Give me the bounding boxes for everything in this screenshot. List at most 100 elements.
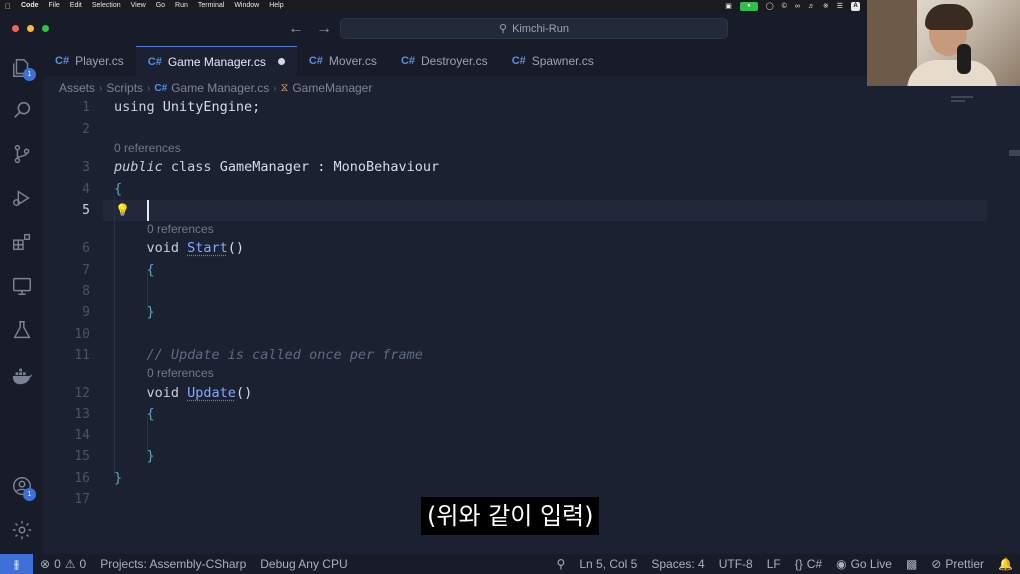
menu-terminal[interactable]: Terminal bbox=[193, 0, 229, 12]
code-text: } bbox=[114, 468, 122, 489]
unsaved-dot-icon[interactable] bbox=[277, 58, 285, 65]
search-icon[interactable] bbox=[10, 98, 34, 122]
code-token: using bbox=[114, 99, 163, 115]
code-line[interactable]: 12 void Update() bbox=[43, 383, 1020, 404]
menu-help[interactable]: Help bbox=[264, 0, 288, 12]
code-editor[interactable]: 1 using UnityEngine; 2 3 public class GameMa… bbox=[43, 96, 1020, 554]
code-line[interactable]: 10 bbox=[43, 324, 1020, 345]
code-line[interactable]: 3 public class GameManager : MonoBehaviou… bbox=[43, 157, 1020, 178]
code-token: () bbox=[235, 384, 253, 401]
tab-destroyer[interactable]: C# Destroyer.cs bbox=[389, 46, 500, 76]
debug-config[interactable]: Debug Any CPU bbox=[253, 557, 354, 571]
link-icon[interactable]: ∞ bbox=[795, 3, 800, 10]
code-line[interactable]: 6 void Start() bbox=[43, 238, 1020, 259]
minimap[interactable] bbox=[951, 96, 973, 116]
codelens-references[interactable]: 0 references bbox=[147, 364, 214, 382]
run-debug-icon[interactable] bbox=[10, 186, 34, 210]
code-line[interactable]: 9 } bbox=[43, 302, 1020, 323]
line-number: 4 bbox=[82, 181, 90, 197]
breadcrumb-scripts[interactable]: Scripts bbox=[106, 81, 143, 95]
code-line[interactable]: 16} bbox=[43, 468, 1020, 489]
command-center-search[interactable]: ⚲ Kimchi-Run bbox=[340, 18, 728, 39]
csharp-file-icon: C# bbox=[400, 55, 415, 67]
manage-gear-icon[interactable] bbox=[10, 518, 34, 542]
end-of-line[interactable]: LF bbox=[760, 557, 788, 571]
language-mode[interactable]: {} C# bbox=[788, 557, 829, 571]
menu-window[interactable]: Window bbox=[229, 0, 264, 12]
code-line[interactable]: 15 } bbox=[43, 446, 1020, 467]
codelens-references[interactable]: 0 references bbox=[114, 139, 181, 157]
go-live-button[interactable]: ◉ Go Live bbox=[829, 557, 899, 571]
docker-icon[interactable] bbox=[10, 364, 34, 388]
copilot-icon[interactable]: ▩ bbox=[899, 557, 924, 571]
controls-icon[interactable]: ☰ bbox=[837, 2, 843, 10]
remote-explorer-icon[interactable] bbox=[10, 274, 34, 298]
breadcrumb-assets[interactable]: Assets bbox=[59, 81, 95, 95]
line-number: 3 bbox=[82, 160, 90, 175]
line-number: 10 bbox=[74, 326, 90, 342]
minimize-window-button[interactable] bbox=[27, 25, 34, 32]
code-text: void Start() bbox=[114, 238, 245, 259]
bluetooth-icon[interactable]: ※ bbox=[823, 2, 829, 10]
tab-label: Destroyer.cs bbox=[421, 54, 488, 68]
problems-indicator[interactable]: ⊗ 0 ⚠ 0 bbox=[33, 557, 93, 571]
notifications-bell-icon[interactable]: 🔔 bbox=[991, 557, 1020, 571]
breadcrumb-file[interactable]: Game Manager.cs bbox=[171, 81, 269, 95]
copyright-icon[interactable]: © bbox=[782, 3, 787, 10]
indent-guide bbox=[114, 196, 115, 476]
source-control-icon[interactable] bbox=[10, 142, 34, 166]
tab-spawner[interactable]: C# Spawner.cs bbox=[500, 46, 606, 76]
go-live-label: Go Live bbox=[850, 557, 892, 571]
breadcrumb-class[interactable]: GameManager bbox=[292, 81, 372, 95]
line-number: 15 bbox=[74, 449, 90, 464]
headphones-icon[interactable]: ◯ bbox=[766, 2, 774, 10]
project-selector[interactable]: Projects: Assembly-CSharp bbox=[93, 557, 253, 571]
lightbulb-icon[interactable]: 💡 bbox=[115, 200, 130, 221]
code-line[interactable]: 1 using UnityEngine; bbox=[43, 97, 1020, 118]
tab-label: Game Manager.cs bbox=[167, 54, 266, 69]
remote-indicator-icon[interactable]: ⫵ bbox=[0, 554, 33, 574]
code-line[interactable]: 2 bbox=[43, 119, 1020, 140]
tab-player[interactable]: C# Player.cs bbox=[43, 46, 136, 76]
prettier-button[interactable]: ⊘ Prettier bbox=[924, 557, 991, 571]
menu-selection[interactable]: Selection bbox=[87, 0, 126, 12]
keyboard-input-icon[interactable]: A bbox=[851, 1, 860, 11]
code-token: Start bbox=[187, 240, 228, 256]
indentation[interactable]: Spaces: 4 bbox=[644, 557, 711, 571]
volume-icon[interactable]: ♬ bbox=[808, 3, 815, 10]
menu-view[interactable]: View bbox=[126, 0, 151, 12]
menu-run[interactable]: Run bbox=[170, 0, 193, 12]
back-arrow-icon[interactable]: ← bbox=[288, 20, 304, 38]
zoom-window-button[interactable] bbox=[42, 25, 49, 32]
code-line[interactable]: 4{ bbox=[43, 179, 1020, 200]
menu-extras: ▣ ● ◯ © ∞ ♬ ※ ☰ A bbox=[725, 0, 860, 12]
code-line[interactable]: 11 // Update is called once per frame bbox=[43, 345, 1020, 366]
menu-file[interactable]: File bbox=[44, 0, 65, 12]
encoding[interactable]: UTF-8 bbox=[712, 557, 760, 571]
code-line[interactable]: 14 bbox=[43, 425, 1020, 446]
menu-edit[interactable]: Edit bbox=[65, 0, 87, 12]
code-line[interactable]: 5 bbox=[43, 200, 1020, 221]
code-line[interactable]: 8 bbox=[43, 281, 1020, 302]
activity-bar: 1 1 bbox=[0, 46, 43, 554]
tab-mover[interactable]: C# Mover.cs bbox=[297, 46, 389, 76]
apple-icon[interactable]:  bbox=[0, 2, 16, 11]
menu-go[interactable]: Go bbox=[151, 0, 170, 12]
forward-arrow-icon[interactable]: → bbox=[316, 20, 332, 38]
cursor-position[interactable]: Ln 5, Col 5 bbox=[572, 557, 644, 571]
csharp-file-icon: C# bbox=[55, 55, 70, 67]
tab-game-manager[interactable]: C# Game Manager.cs bbox=[135, 46, 297, 76]
csharp-file-icon: C# bbox=[147, 55, 162, 68]
screen-record-icon[interactable]: ▣ bbox=[725, 2, 732, 10]
testing-flask-icon[interactable] bbox=[10, 318, 34, 342]
close-window-button[interactable] bbox=[12, 25, 19, 32]
zoom-icon[interactable]: ⚲ bbox=[550, 557, 573, 571]
code-line[interactable]: 7 { bbox=[43, 260, 1020, 281]
menu-app[interactable]: Code bbox=[16, 0, 44, 12]
codelens-references[interactable]: 0 references bbox=[147, 220, 214, 238]
extensions-icon[interactable] bbox=[10, 230, 34, 254]
camera-icon[interactable]: ● bbox=[739, 1, 758, 11]
navigation-arrows: ← → bbox=[288, 20, 332, 38]
scrollbar-thumb[interactable] bbox=[1009, 150, 1020, 156]
code-line[interactable]: 13 { bbox=[43, 404, 1020, 425]
